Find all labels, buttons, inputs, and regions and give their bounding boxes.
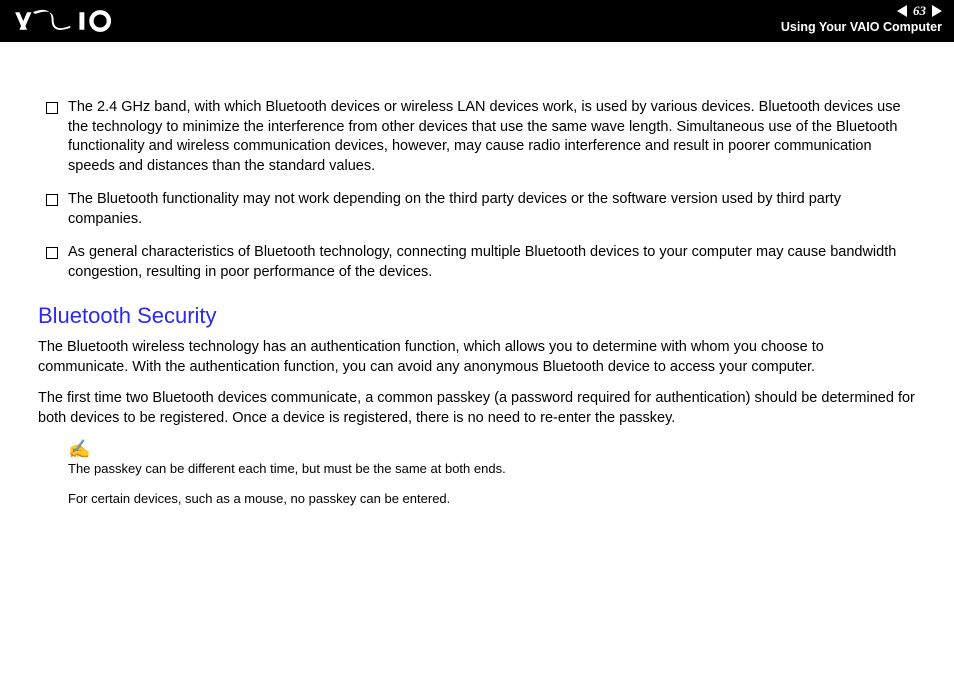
note-icon: ✍ xyxy=(68,440,916,458)
body-paragraph: The Bluetooth wireless technology has an… xyxy=(38,338,916,377)
page-header: 63 Using Your VAIO Computer xyxy=(0,0,954,42)
list-item: As general characteristics of Bluetooth … xyxy=(38,243,916,282)
note-text: For certain devices, such as a mouse, no… xyxy=(68,490,916,508)
vaio-logo xyxy=(14,2,134,40)
page-content: The 2.4 GHz band, with which Bluetooth d… xyxy=(0,42,954,508)
section-heading: Bluetooth Security xyxy=(38,301,916,331)
note-block: ✍ The passkey can be different each time… xyxy=(68,440,916,507)
header-subtitle: Using Your VAIO Computer xyxy=(781,20,942,34)
body-paragraph: The first time two Bluetooth devices com… xyxy=(38,389,916,428)
next-page-icon[interactable] xyxy=(932,5,942,17)
note-text: The passkey can be different each time, … xyxy=(68,460,916,478)
page-number: 63 xyxy=(909,3,930,19)
list-item: The 2.4 GHz band, with which Bluetooth d… xyxy=(38,98,916,176)
page-navigator: 63 xyxy=(897,3,942,19)
list-item: The Bluetooth functionality may not work… xyxy=(38,190,916,229)
prev-page-icon[interactable] xyxy=(897,5,907,17)
bullet-list: The 2.4 GHz band, with which Bluetooth d… xyxy=(38,98,916,283)
